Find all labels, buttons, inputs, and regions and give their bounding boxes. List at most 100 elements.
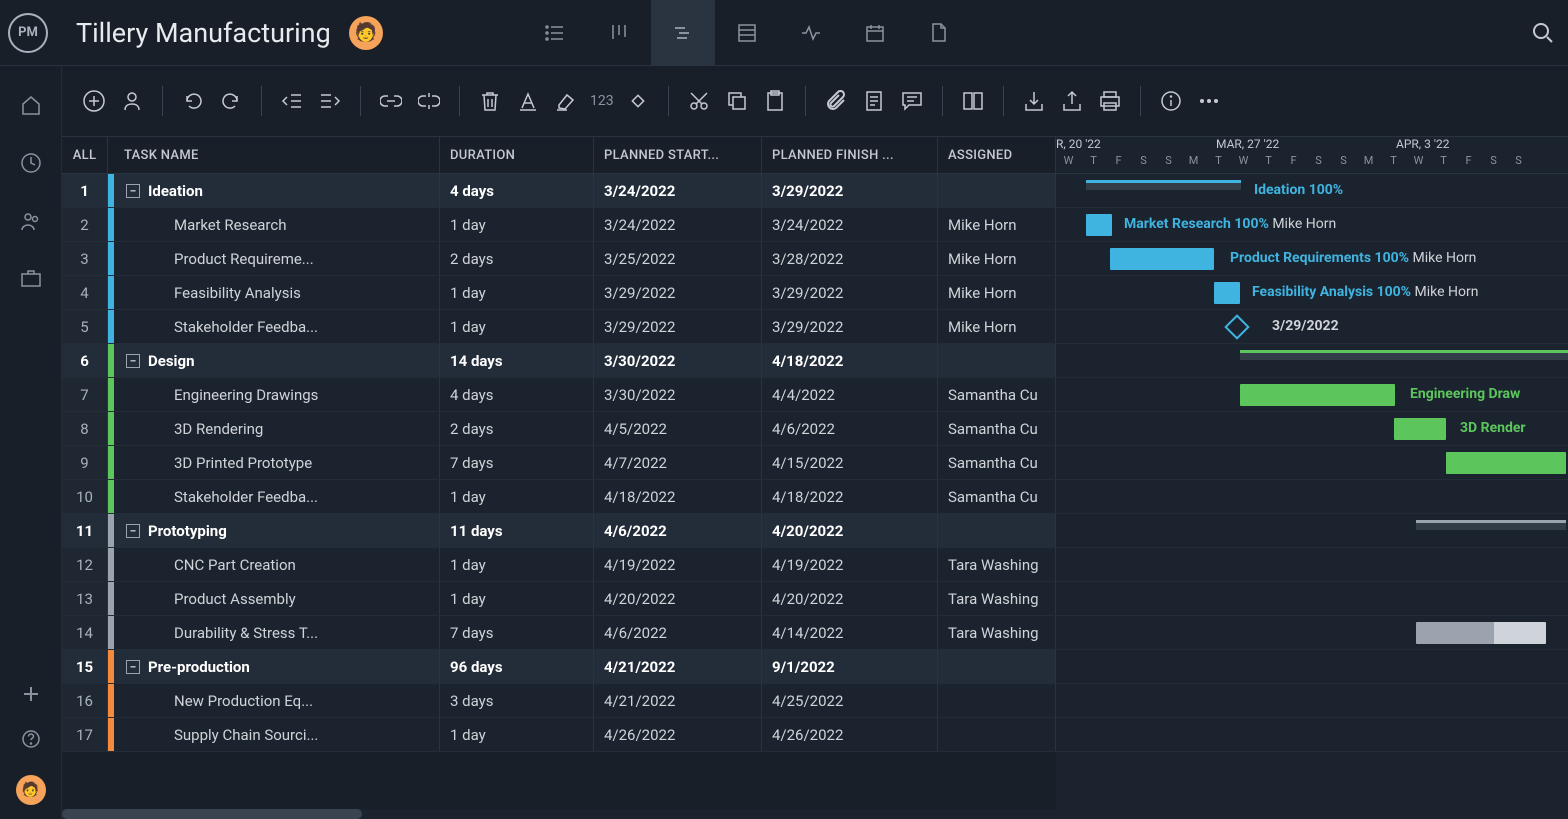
col-header-duration[interactable]: DURATION xyxy=(440,137,594,173)
assigned-cell[interactable]: Mike Horn xyxy=(938,208,1056,241)
duration-cell[interactable]: 4 days xyxy=(440,378,594,411)
collapse-icon[interactable]: − xyxy=(126,524,140,538)
font-icon[interactable] xyxy=(514,87,542,115)
duration-cell[interactable]: 7 days xyxy=(440,446,594,479)
finish-cell[interactable]: 4/20/2022 xyxy=(762,514,938,547)
task-row[interactable]: 14 Durability & Stress T... 7 days 4/6/2… xyxy=(62,616,1056,650)
finish-cell[interactable]: 4/20/2022 xyxy=(762,582,938,615)
task-row[interactable]: 1 −Ideation 4 days 3/24/2022 3/29/2022 xyxy=(62,174,1056,208)
duration-cell[interactable]: 1 day xyxy=(440,548,594,581)
view-gantt-icon[interactable] xyxy=(651,0,715,66)
print-icon[interactable] xyxy=(1096,87,1124,115)
finish-cell[interactable]: 3/29/2022 xyxy=(762,174,938,207)
gantt-bar[interactable] xyxy=(1416,622,1546,644)
assign-icon[interactable] xyxy=(118,87,146,115)
notes-icon[interactable] xyxy=(860,87,888,115)
assigned-cell[interactable]: Tara Washing xyxy=(938,582,1056,615)
gantt-row[interactable]: Product Requirements 100% Mike Horn xyxy=(1056,242,1568,276)
assigned-cell[interactable]: Mike Horn xyxy=(938,242,1056,275)
start-cell[interactable]: 4/21/2022 xyxy=(594,650,762,683)
task-row[interactable]: 5 Stakeholder Feedba... 1 day 3/29/2022 … xyxy=(62,310,1056,344)
comment-icon[interactable] xyxy=(898,87,926,115)
gantt-row[interactable] xyxy=(1056,718,1568,752)
gantt-row[interactable]: Ideation 100% xyxy=(1056,174,1568,208)
assigned-cell[interactable] xyxy=(938,718,1056,751)
collapse-icon[interactable]: − xyxy=(126,660,140,674)
start-cell[interactable]: 3/24/2022 xyxy=(594,208,762,241)
task-name-cell[interactable]: 3D Rendering xyxy=(114,412,440,445)
info-icon[interactable] xyxy=(1157,87,1185,115)
view-board-icon[interactable] xyxy=(587,0,651,66)
finish-cell[interactable]: 3/29/2022 xyxy=(762,310,938,343)
outdent-icon[interactable] xyxy=(278,87,306,115)
col-header-task[interactable]: TASK NAME xyxy=(114,137,440,173)
duration-cell[interactable]: 1 day xyxy=(440,480,594,513)
assigned-cell[interactable]: Samantha Cu xyxy=(938,378,1056,411)
task-name-cell[interactable]: Product Requireme... xyxy=(114,242,440,275)
task-name-cell[interactable]: Product Assembly xyxy=(114,582,440,615)
duration-cell[interactable]: 7 days xyxy=(440,616,594,649)
duration-cell[interactable]: 1 day xyxy=(440,276,594,309)
finish-cell[interactable]: 4/18/2022 xyxy=(762,480,938,513)
gantt-row[interactable]: Feasibility Analysis 100% Mike Horn xyxy=(1056,276,1568,310)
finish-cell[interactable]: 4/26/2022 xyxy=(762,718,938,751)
task-name-cell[interactable]: −Pre-production xyxy=(114,650,440,683)
gantt-row[interactable]: Engineering Draw xyxy=(1056,378,1568,412)
task-name-cell[interactable]: −Ideation xyxy=(114,174,440,207)
task-name-cell[interactable]: Stakeholder Feedba... xyxy=(114,480,440,513)
task-row[interactable]: 16 New Production Eq... 3 days 4/21/2022… xyxy=(62,684,1056,718)
link-icon[interactable] xyxy=(377,87,405,115)
view-file-icon[interactable] xyxy=(907,0,971,66)
gantt-row[interactable] xyxy=(1056,650,1568,684)
task-row[interactable]: 8 3D Rendering 2 days 4/5/2022 4/6/2022 … xyxy=(62,412,1056,446)
start-cell[interactable]: 3/29/2022 xyxy=(594,310,762,343)
start-cell[interactable]: 4/5/2022 xyxy=(594,412,762,445)
gantt-row[interactable] xyxy=(1056,616,1568,650)
gantt-row[interactable] xyxy=(1056,548,1568,582)
gantt-row[interactable] xyxy=(1056,684,1568,718)
task-name-cell[interactable]: −Prototyping xyxy=(114,514,440,547)
duration-cell[interactable]: 1 day xyxy=(440,310,594,343)
highlight-icon[interactable] xyxy=(552,87,580,115)
task-row[interactable]: 11 −Prototyping 11 days 4/6/2022 4/20/20… xyxy=(62,514,1056,548)
start-cell[interactable]: 3/29/2022 xyxy=(594,276,762,309)
finish-cell[interactable]: 4/25/2022 xyxy=(762,684,938,717)
team-icon[interactable] xyxy=(20,210,42,232)
search-icon[interactable] xyxy=(1532,22,1554,44)
assigned-cell[interactable]: Tara Washing xyxy=(938,548,1056,581)
task-name-cell[interactable]: Market Research xyxy=(114,208,440,241)
view-calendar-icon[interactable] xyxy=(843,0,907,66)
finish-cell[interactable]: 4/15/2022 xyxy=(762,446,938,479)
copy-icon[interactable] xyxy=(723,87,751,115)
finish-cell[interactable]: 4/19/2022 xyxy=(762,548,938,581)
gantt-summary-bar[interactable] xyxy=(1086,180,1241,190)
assigned-cell[interactable] xyxy=(938,174,1056,207)
start-cell[interactable]: 3/25/2022 xyxy=(594,242,762,275)
start-cell[interactable]: 4/20/2022 xyxy=(594,582,762,615)
task-row[interactable]: 15 −Pre-production 96 days 4/21/2022 9/1… xyxy=(62,650,1056,684)
attachment-icon[interactable] xyxy=(822,87,850,115)
finish-cell[interactable]: 4/6/2022 xyxy=(762,412,938,445)
task-name-cell[interactable]: Feasibility Analysis xyxy=(114,276,440,309)
gantt-row[interactable]: 3/29/2022 xyxy=(1056,310,1568,344)
task-name-cell[interactable]: Supply Chain Sourci... xyxy=(114,718,440,751)
task-name-cell[interactable]: New Production Eq... xyxy=(114,684,440,717)
task-row[interactable]: 17 Supply Chain Sourci... 1 day 4/26/202… xyxy=(62,718,1056,752)
start-cell[interactable]: 4/21/2022 xyxy=(594,684,762,717)
view-list-icon[interactable] xyxy=(523,0,587,66)
duration-cell[interactable]: 4 days xyxy=(440,174,594,207)
assigned-cell[interactable]: Tara Washing xyxy=(938,616,1056,649)
gantt-bar[interactable] xyxy=(1394,418,1446,440)
task-row[interactable]: 9 3D Printed Prototype 7 days 4/7/2022 4… xyxy=(62,446,1056,480)
task-row[interactable]: 6 −Design 14 days 3/30/2022 4/18/2022 xyxy=(62,344,1056,378)
gantt-row[interactable] xyxy=(1056,480,1568,514)
paste-icon[interactable] xyxy=(761,87,789,115)
export-icon[interactable] xyxy=(1058,87,1086,115)
duration-cell[interactable]: 1 day xyxy=(440,208,594,241)
milestone-icon[interactable] xyxy=(624,87,652,115)
horizontal-scrollbar[interactable] xyxy=(62,809,1056,819)
assigned-cell[interactable] xyxy=(938,650,1056,683)
start-cell[interactable]: 4/19/2022 xyxy=(594,548,762,581)
clock-icon[interactable] xyxy=(20,152,42,174)
indent-icon[interactable] xyxy=(316,87,344,115)
